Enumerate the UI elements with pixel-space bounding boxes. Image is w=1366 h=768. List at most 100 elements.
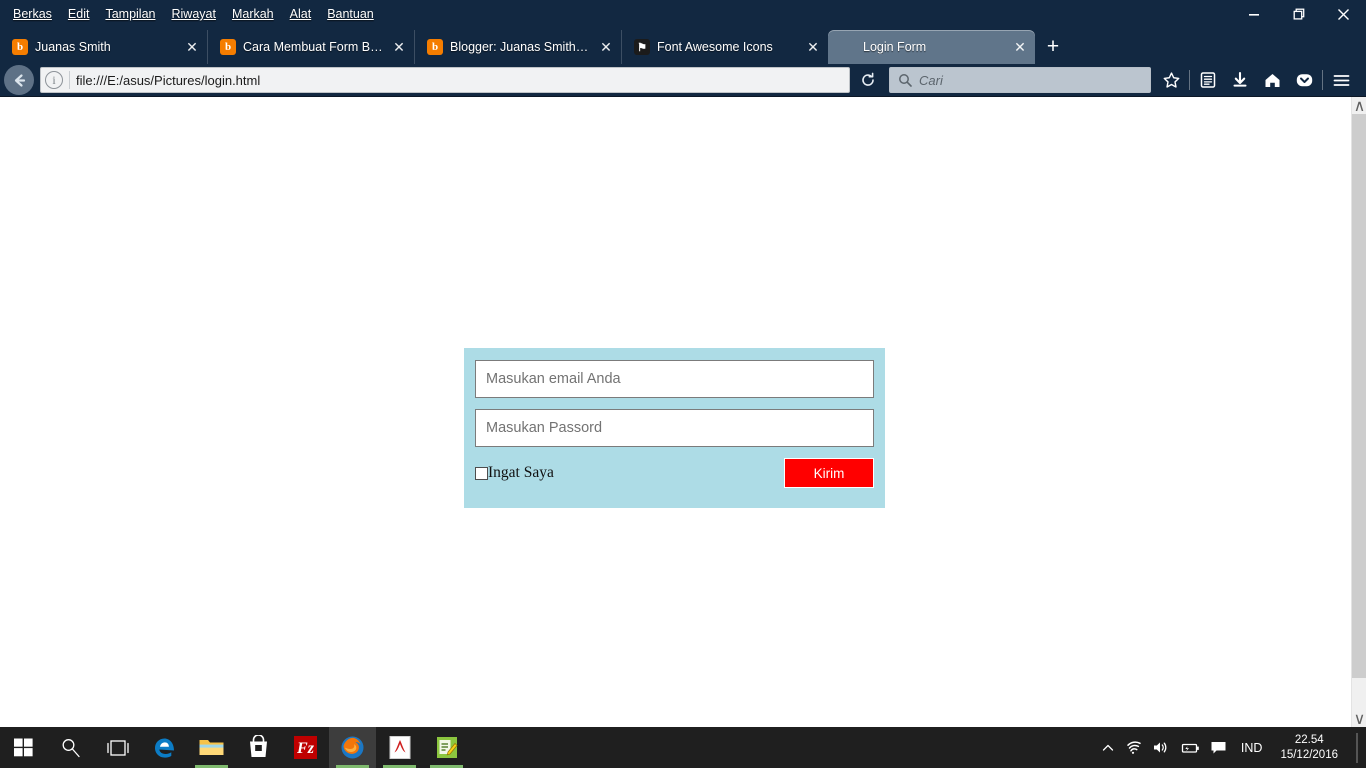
menu-item-riwayat[interactable]: Riwayat bbox=[164, 4, 222, 24]
tab-login-form[interactable]: Login Form ✕ bbox=[828, 30, 1035, 64]
tab-title: Login Form bbox=[863, 40, 927, 54]
edge-browser-icon bbox=[154, 738, 174, 758]
scroll-up-arrow-icon[interactable]: ∧ bbox=[1352, 97, 1366, 115]
menu-item-bantuan[interactable]: Bantuan bbox=[320, 4, 381, 24]
edge-icon[interactable] bbox=[141, 727, 188, 768]
tab-title: Font Awesome Icons bbox=[657, 40, 773, 54]
back-button[interactable] bbox=[4, 65, 34, 95]
tab-title: Juanas Smith bbox=[35, 40, 111, 54]
remember-me-checkbox[interactable] bbox=[475, 466, 488, 480]
tab-juanas-smith[interactable]: b Juanas Smith ✕ bbox=[0, 30, 207, 64]
notepad-editor-icon[interactable] bbox=[423, 727, 470, 768]
menu-item-alat[interactable]: Alat bbox=[283, 4, 319, 24]
wifi-icon[interactable] bbox=[1125, 740, 1142, 755]
navigation-toolbar: i file:///E:/asus/Pictures/login.html Ca… bbox=[0, 64, 1366, 97]
firefox-window: Berkas Edit Tampilan Riwayat Markah Alat… bbox=[0, 0, 1366, 728]
minimize-button[interactable] bbox=[1231, 0, 1276, 28]
restore-icon bbox=[1293, 8, 1304, 20]
downloads-icon bbox=[1233, 71, 1247, 87]
show-desktop-button[interactable] bbox=[1356, 732, 1358, 763]
menu-item-tampilan-label: Tampilan bbox=[105, 7, 156, 21]
action-center-icon[interactable] bbox=[1210, 740, 1227, 755]
notepad-editor-icon bbox=[436, 737, 458, 758]
close-button[interactable] bbox=[1321, 0, 1366, 28]
microsoft-store-icon bbox=[250, 735, 267, 757]
scrollbar-thumb[interactable] bbox=[1352, 114, 1366, 678]
url-bar[interactable]: i file:///E:/asus/Pictures/login.html bbox=[40, 67, 850, 93]
library-button[interactable] bbox=[1192, 66, 1224, 94]
menu-hamburger-icon bbox=[1333, 74, 1349, 86]
menu-item-markah-label: Markah bbox=[231, 7, 274, 21]
file-explorer-icon[interactable] bbox=[188, 727, 235, 768]
task-view-icon bbox=[106, 739, 129, 756]
email-field[interactable]: Masukan email Anda bbox=[475, 360, 874, 398]
adobe-reader-icon[interactable] bbox=[376, 727, 423, 768]
page-info-icon[interactable]: i bbox=[45, 71, 63, 89]
clock[interactable]: 22.54 15/12/2016 bbox=[1276, 733, 1342, 762]
remember-me-group[interactable]: Ingat Saya bbox=[475, 465, 554, 481]
vertical-scrollbar[interactable]: ∧ ∨ bbox=[1351, 97, 1366, 728]
submit-button[interactable]: Kirim bbox=[784, 458, 874, 488]
menu-item-tampilan[interactable]: Tampilan bbox=[98, 4, 162, 24]
form-footer: Ingat Saya Kirim bbox=[475, 458, 874, 488]
menu-item-bantuan-label: Bantuan bbox=[327, 7, 374, 21]
firefox-browser-icon bbox=[341, 736, 364, 759]
tray-expand-chevron-icon[interactable] bbox=[1101, 741, 1115, 755]
reload-button[interactable] bbox=[853, 67, 883, 93]
task-view-button[interactable] bbox=[94, 727, 141, 768]
system-tray: IND 22.54 15/12/2016 bbox=[1101, 732, 1366, 763]
bookmark-star-button[interactable] bbox=[1155, 66, 1187, 94]
menu-item-edit-label: Edit bbox=[67, 7, 90, 21]
menu-item-berkas[interactable]: Berkas bbox=[6, 4, 59, 24]
menu-item-markah[interactable]: Markah bbox=[225, 4, 281, 24]
tab-close-icon[interactable]: ✕ bbox=[1011, 38, 1029, 56]
blogger-icon: b bbox=[12, 39, 28, 55]
password-field[interactable]: Masukan Passord bbox=[475, 409, 874, 447]
url-separator bbox=[69, 71, 70, 89]
firefox-icon[interactable] bbox=[329, 727, 376, 768]
search-bar[interactable]: Cari bbox=[889, 67, 1151, 93]
filezilla-icon[interactable]: Fz bbox=[282, 727, 329, 768]
start-button[interactable] bbox=[0, 727, 47, 768]
reload-icon bbox=[862, 72, 874, 86]
adobe-acrobat-icon bbox=[389, 736, 410, 759]
svg-text:Fz: Fz bbox=[296, 740, 315, 757]
menu-item-edit[interactable]: Edit bbox=[61, 4, 97, 24]
restore-button[interactable] bbox=[1276, 0, 1321, 28]
menu-item-riwayat-label: Riwayat bbox=[171, 7, 216, 21]
back-arrow-icon bbox=[14, 73, 25, 87]
tab-strip: b Juanas Smith ✕ b Cara Membuat Form Bea… bbox=[0, 28, 1366, 64]
tab-close-icon[interactable]: ✕ bbox=[597, 38, 615, 56]
scroll-down-arrow-icon[interactable]: ∨ bbox=[1352, 710, 1366, 728]
tab-title: Blogger: Juanas Smith - T... bbox=[450, 40, 590, 54]
tab-close-icon[interactable]: ✕ bbox=[804, 38, 822, 56]
file-explorer-icon bbox=[199, 740, 224, 755]
tab-title: Cara Membuat Form Bead... bbox=[243, 40, 383, 54]
pocket-button[interactable] bbox=[1288, 66, 1320, 94]
tab-blogger-juanas-smith[interactable]: b Blogger: Juanas Smith - T... ✕ bbox=[414, 30, 621, 64]
search-icon bbox=[62, 739, 80, 758]
menu-item-alat-label: Alat bbox=[289, 7, 312, 21]
menu-bar: Berkas Edit Tampilan Riwayat Markah Alat… bbox=[0, 0, 1366, 28]
new-tab-button[interactable]: + bbox=[1035, 30, 1071, 64]
input-language-indicator[interactable]: IND bbox=[1237, 741, 1267, 755]
tab-close-icon[interactable]: ✕ bbox=[390, 38, 408, 56]
search-icon bbox=[899, 74, 912, 87]
tab-close-icon[interactable]: ✕ bbox=[183, 38, 201, 56]
microsoft-store-icon[interactable] bbox=[235, 727, 282, 768]
tab-cara-membuat-form[interactable]: b Cara Membuat Form Bead... ✕ bbox=[207, 30, 414, 64]
search-button[interactable] bbox=[47, 727, 94, 768]
toolbar-separator bbox=[1322, 70, 1323, 90]
downloads-button[interactable] bbox=[1224, 66, 1256, 94]
search-input[interactable]: Cari bbox=[919, 73, 943, 88]
home-button[interactable] bbox=[1256, 66, 1288, 94]
battery-icon[interactable] bbox=[1179, 741, 1200, 755]
remember-me-label: Ingat Saya bbox=[488, 464, 554, 482]
bookmark-star-icon bbox=[1163, 71, 1179, 88]
menu-hamburger-button[interactable] bbox=[1325, 66, 1357, 94]
tab-font-awesome-icons[interactable]: ⚑ Font Awesome Icons ✕ bbox=[621, 30, 828, 64]
password-placeholder: Masukan Passord bbox=[486, 420, 603, 436]
volume-icon[interactable] bbox=[1152, 740, 1169, 755]
clock-time: 22.54 bbox=[1294, 734, 1324, 747]
menu-item-berkas-label: Berkas bbox=[13, 7, 52, 21]
